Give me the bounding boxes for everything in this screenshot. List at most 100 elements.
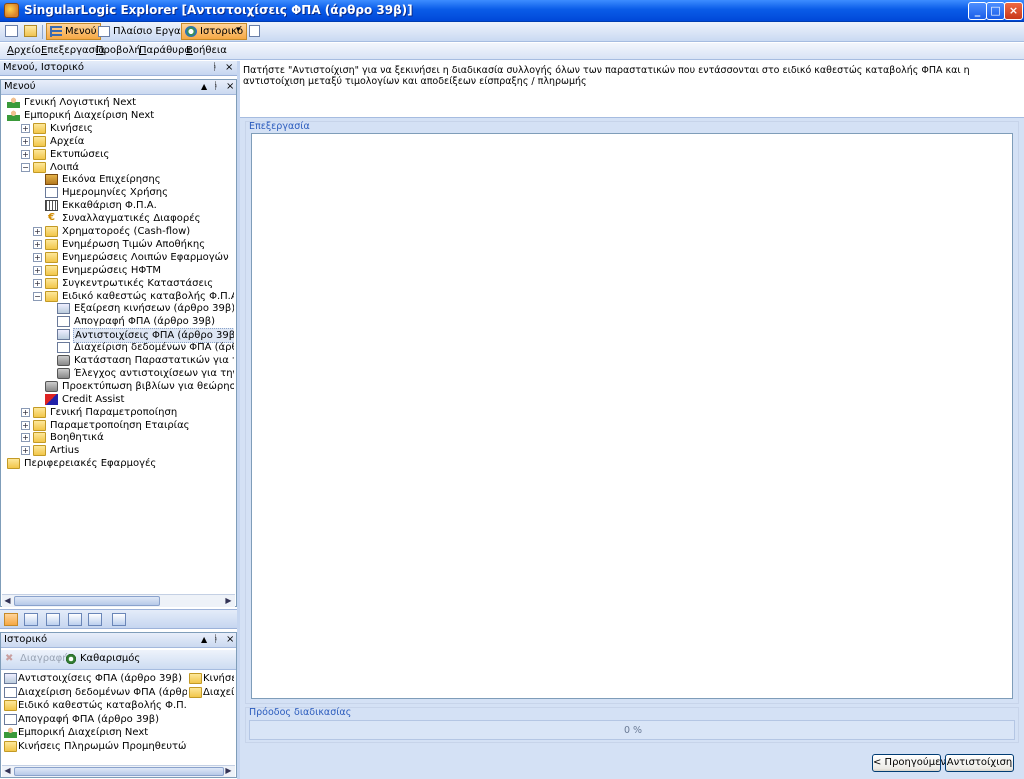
window-titlebar[interactable]: SingularLogic Explorer [Αντιστοιχίσεις Φ…	[0, 0, 1024, 22]
expand-icon[interactable]: +	[33, 278, 42, 288]
menu-windows[interactable]: Παράθυρα	[139, 45, 191, 56]
menu-tree-item[interactable]: + Χρηματοροές (Cash-flow)	[1, 225, 234, 238]
menu-file[interactable]: Αρχείο	[7, 45, 41, 56]
menu-panel-title: Μενού	[4, 81, 36, 92]
view-collapse-icon[interactable]	[88, 613, 102, 626]
expand-icon[interactable]: +	[33, 239, 42, 249]
menu-tree-item[interactable]: + Γενική Παραμετροποίηση	[1, 406, 234, 419]
expand-icon[interactable]: +	[21, 149, 30, 159]
toolbar-dropdown-icon[interactable]: ▾	[236, 25, 241, 35]
collapse-icon[interactable]: −	[21, 162, 30, 172]
previous-button[interactable]: < Προηγούμενη	[872, 754, 952, 772]
menu-toggle-label: Μενού	[65, 26, 97, 37]
minimize-button[interactable]: _	[968, 2, 987, 20]
view-details-icon[interactable]	[46, 613, 60, 626]
menu-tree-label: Συγκεντρωτικές Καταστάσεις	[62, 277, 214, 289]
menu-tree-item[interactable]: + Ενημερώσεις ΗΦΤΜ	[1, 264, 234, 277]
maximize-button[interactable]: □	[986, 2, 1005, 20]
history-item[interactable]: Εμπορική Διαχείριση Next	[3, 726, 187, 739]
menu-tree-label: Ειδικό καθεστώς καταβολής Φ.Π.Α. (άρ. 39…	[62, 290, 234, 302]
close-panel-icon[interactable]: ×	[226, 81, 234, 92]
menu-tree-item[interactable]: Εικόνα Επιχείρησης	[1, 173, 234, 186]
scroll-right-icon[interactable]: ▶	[223, 766, 234, 777]
view-grid-icon[interactable]	[112, 613, 126, 626]
pin-icon[interactable]: ᚭ	[212, 62, 218, 73]
menu-tree-item[interactable]: + Συγκεντρωτικές Καταστάσεις	[1, 277, 234, 290]
menu-tree-item[interactable]: + Βοηθητικά	[1, 431, 234, 444]
menu-tree-item[interactable]: Προεκτύπωση βιβλίων για θεώρηση	[1, 380, 234, 393]
expand-icon[interactable]: +	[21, 446, 30, 456]
folder-icon	[45, 251, 58, 263]
menu-horizontal-scrollbar[interactable]: ◀ ▶	[2, 594, 235, 607]
menu-tree-label: Ενημέρωση Τιμών Αποθήκης	[62, 238, 206, 250]
history-item[interactable]: Κινήσεις Πληρωμών Προμηθευτών	[3, 740, 187, 753]
menu-tree-item[interactable]: Αντιστοιχίσεις ΦΠΑ (άρθρο 39β)	[1, 328, 234, 344]
expand-icon[interactable]: +	[21, 433, 30, 443]
history-item[interactable]: Ειδικό καθεστώς καταβολής Φ.Π.Α. (άρ. ..…	[3, 699, 187, 712]
clear-icon	[65, 653, 77, 665]
view-list-icon[interactable]	[24, 613, 38, 626]
menu-view[interactable]: Προβολή	[96, 45, 141, 56]
history-item[interactable]: Απογραφή ΦΠΑ (άρθρο 39β)	[3, 713, 187, 726]
close-panel-icon[interactable]: ×	[225, 62, 233, 73]
scroll-left-icon[interactable]: ◀	[2, 766, 13, 777]
menu-tree-item[interactable]: Περιφερειακές Εφαρμογές	[1, 457, 234, 470]
page-icon[interactable]	[249, 25, 260, 37]
menu-tree-item[interactable]: − Ειδικό καθεστώς καταβολής Φ.Π.Α. (άρ. 3…	[1, 290, 234, 303]
history-item[interactable]: Αντιστοιχίσεις ΦΠΑ (άρθρο 39β)	[3, 672, 187, 685]
expand-icon[interactable]: +	[33, 252, 42, 262]
close-button[interactable]: ×	[1004, 2, 1023, 20]
menu-tree-item[interactable]: Εξαίρεση κινήσεων (άρθρο 39β)	[1, 302, 234, 315]
menu-tree-item[interactable]: Έλεγχος αντιστοιχίσεων για την υποβολή Φ	[1, 367, 234, 380]
menu-toggle-button[interactable]: Μενού	[46, 23, 101, 40]
view-tree-icon[interactable]	[4, 613, 18, 626]
history-item[interactable]: Διαχείρισ	[188, 686, 234, 699]
edit-group: Επεξεργασία	[245, 121, 1019, 704]
menu-tree-item[interactable]: € Συναλλαγματικές Διαφορές	[1, 212, 234, 225]
edit-area[interactable]	[251, 133, 1013, 699]
clear-history-button[interactable]: Καθαρισμός	[65, 653, 140, 665]
menu-tree-item[interactable]: Εκκαθάριση Φ.Π.Α.	[1, 199, 234, 212]
menu-tree-item[interactable]: + Ενημερώσεις Λοιπών Εφαρμογών	[1, 251, 234, 264]
menu-tree-item[interactable]: Credit Assist	[1, 393, 234, 406]
menu-tree-item[interactable]: + Ενημέρωση Τιμών Αποθήκης	[1, 238, 234, 251]
collapse-up-icon[interactable]: ▲	[201, 82, 207, 91]
expand-icon[interactable]: +	[21, 407, 30, 417]
collapse-icon[interactable]: −	[33, 291, 42, 301]
history-horizontal-scrollbar[interactable]: ◀ ▶	[2, 765, 235, 777]
scroll-right-icon[interactable]: ▶	[223, 596, 234, 607]
menu-help[interactable]: Βοήθεια	[186, 45, 227, 56]
menu-tree-item[interactable]: Απογραφή ΦΠΑ (άρθρο 39β)	[1, 315, 234, 328]
expand-icon[interactable]: +	[33, 265, 42, 275]
expand-icon[interactable]: +	[21, 420, 30, 430]
new-window-icon[interactable]	[5, 25, 18, 37]
scroll-thumb[interactable]	[14, 596, 160, 606]
menu-tree-item[interactable]: + Παραμετροποίηση Εταιρίας	[1, 419, 234, 432]
expand-icon[interactable]: +	[21, 136, 30, 146]
match-button[interactable]: Αντιστοίχιση	[945, 754, 1014, 772]
menu-tree-item[interactable]: + Κινήσεις	[1, 122, 234, 135]
collapse-up-icon[interactable]: ▲	[201, 635, 207, 644]
menu-tree-item[interactable]: + Εκτυπώσεις	[1, 148, 234, 161]
history-item[interactable]: Κινήσεις	[188, 672, 234, 685]
menu-tree-item[interactable]: Γενική Λογιστική Next	[1, 96, 234, 109]
expand-icon[interactable]: +	[33, 227, 42, 236]
menu-tree-item[interactable]: Ημερομηνίες Χρήσης	[1, 186, 234, 199]
close-panel-icon[interactable]: ×	[226, 634, 234, 645]
pin-icon[interactable]: ᚭ	[213, 81, 219, 92]
pin-icon[interactable]: ᚭ	[213, 634, 219, 645]
expand-icon[interactable]: +	[21, 123, 30, 133]
menu-tree-item[interactable]: + Artius	[1, 444, 234, 457]
menu-tree-item[interactable]: Διαχείριση δεδομένων ΦΠΑ (άρθρο 39β)	[1, 341, 234, 354]
scroll-thumb[interactable]	[14, 767, 224, 776]
scroll-left-icon[interactable]: ◀	[2, 596, 13, 607]
history-item[interactable]: Διαχείριση δεδομένων ΦΠΑ (άρθρο 39β)	[3, 686, 187, 699]
menu-tree-item[interactable]: Κατάσταση Παραστατικών για την υποβολή	[1, 354, 234, 367]
menu-tree-item[interactable]: − Λοιπά	[1, 161, 234, 174]
printer-icon	[45, 380, 58, 392]
delete-history-button[interactable]: ✖ Διαγραφή	[5, 653, 69, 664]
menu-tree-item[interactable]: + Αρχεία	[1, 135, 234, 148]
menu-tree-item[interactable]: Εμπορική Διαχείριση Next	[1, 109, 234, 122]
view-expand-icon[interactable]	[68, 613, 82, 626]
open-folder-icon[interactable]	[24, 25, 37, 37]
